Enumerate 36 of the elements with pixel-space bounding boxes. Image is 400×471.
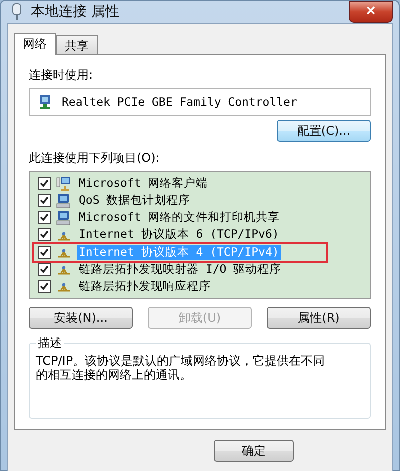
- item-label: 链路层拓扑发现映射器 I/O 驱动程序: [78, 262, 283, 277]
- computer-icon: [56, 210, 72, 226]
- group-title: 描述: [36, 335, 64, 352]
- item-label: Internet 协议版本 6 (TCP/IPv6): [78, 227, 280, 242]
- item-label: 链路层拓扑发现响应程序: [78, 278, 212, 294]
- description-text: TCP/IP。该协议是默认的广域网络协议，它提供在不同的相互连接的网络上的通讯。: [36, 354, 326, 382]
- item-label: Internet 协议版本 4 (TCP/IPv4): [77, 244, 282, 260]
- checkbox[interactable]: [38, 280, 51, 293]
- connect-using-label: 连接时使用:: [29, 67, 94, 84]
- checkbox[interactable]: [38, 228, 51, 242]
- configure-button[interactable]: 配置(C)...: [277, 120, 371, 142]
- list-item[interactable]: 链路层拓扑发现响应程序: [34, 278, 326, 295]
- checkbox[interactable]: [38, 194, 51, 208]
- list-item[interactable]: QoS 数据包计划程序: [34, 192, 326, 210]
- tab[interactable]: 网络: [14, 33, 56, 55]
- computer-icon: [56, 192, 72, 209]
- list-item[interactable]: Microsoft 网络的文件和打印机共享: [34, 209, 326, 226]
- close-button[interactable]: ×: [349, 1, 393, 23]
- computer-icon: [56, 176, 72, 192]
- action-button[interactable]: 属性(R): [267, 307, 371, 329]
- item-label: QoS 数据包计划程序: [78, 193, 192, 208]
- adapter-name: Realtek PCIe GBE Family Controller: [62, 95, 298, 109]
- ok-button[interactable]: 确定: [214, 440, 294, 462]
- item-label: Microsoft 网络的文件和打印机共享: [78, 210, 282, 226]
- list-item[interactable]: Internet 协议版本 6 (TCP/IPv6): [34, 226, 326, 244]
- checkbox[interactable]: [38, 246, 51, 259]
- action-button[interactable]: 安装(N)...: [29, 307, 133, 329]
- item-label: Microsoft 网络客户端: [78, 176, 210, 192]
- list-item[interactable]: Microsoft 网络客户端: [34, 175, 326, 192]
- list-item[interactable]: 链路层拓扑发现映射器 I/O 驱动程序: [34, 260, 326, 278]
- checkbox[interactable]: [38, 211, 51, 224]
- checkbox[interactable]: [38, 177, 51, 190]
- checkbox[interactable]: [38, 262, 51, 276]
- items-label: 此连接使用下列项目(O):: [29, 150, 161, 167]
- tab[interactable]: 共享: [56, 35, 98, 54]
- window-title: 本地连接 属性: [31, 3, 120, 21]
